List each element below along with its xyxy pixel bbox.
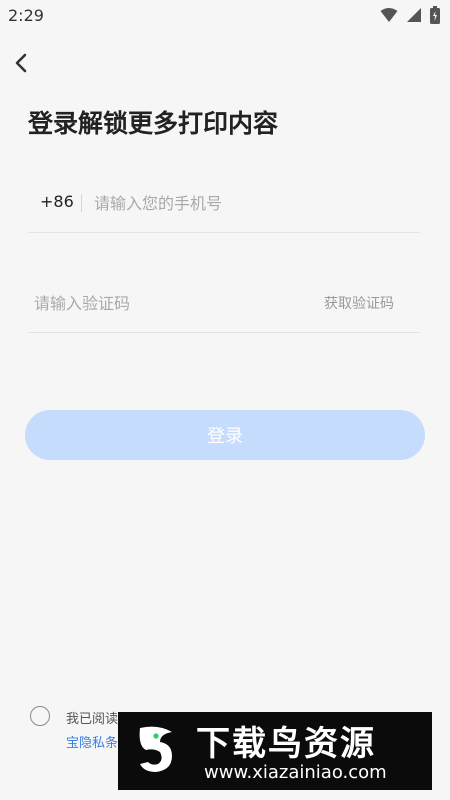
- phone-input[interactable]: [92, 188, 396, 218]
- get-code-button[interactable]: 获取验证码: [324, 293, 394, 313]
- battery-icon: [430, 6, 440, 28]
- agreement-checkbox[interactable]: [30, 706, 50, 726]
- status-icons: [380, 6, 440, 28]
- status-time: 2:29: [8, 6, 44, 25]
- signal-icon: [406, 7, 422, 27]
- country-code-divider: [81, 194, 82, 212]
- watermark-banner: 下载鸟资源 www.xiazainiao.com: [118, 712, 432, 790]
- phone-input-row: +86: [28, 184, 420, 233]
- agreement-text: 我已阅读: [66, 712, 119, 727]
- login-button-label: 登录: [207, 426, 243, 447]
- back-arrow-icon: [15, 53, 27, 73]
- status-bar: 2:29: [0, 0, 450, 32]
- login-button[interactable]: 登录: [25, 410, 425, 460]
- watermark-title: 下载鸟资源: [196, 724, 376, 764]
- code-input-row: 获取验证码: [28, 284, 420, 333]
- country-code[interactable]: +86: [40, 192, 74, 211]
- privacy-policy-link[interactable]: 宝隐私条: [66, 732, 118, 751]
- back-button[interactable]: [12, 52, 32, 74]
- wifi-icon: [380, 7, 398, 27]
- verification-code-input[interactable]: [32, 288, 276, 318]
- bird-logo-icon: [130, 722, 186, 778]
- page-title: 登录解锁更多打印内容: [28, 109, 279, 138]
- watermark-url: www.xiazainiao.com: [204, 762, 387, 783]
